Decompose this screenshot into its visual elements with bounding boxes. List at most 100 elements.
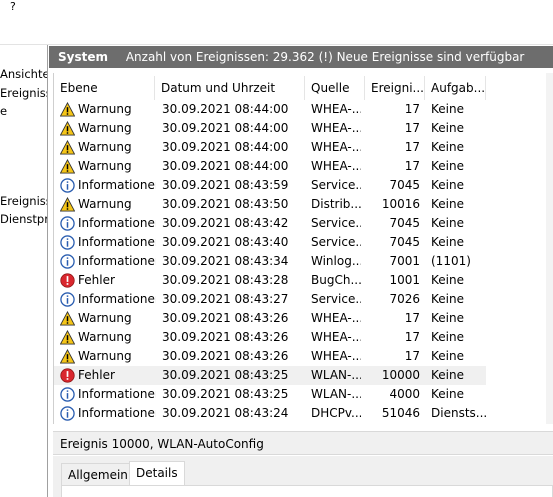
detail-tab-content xyxy=(61,485,553,497)
cell-source: WHEA-... xyxy=(311,159,361,173)
cell-task-category: Keine xyxy=(431,102,464,116)
table-row[interactable]: Warnung 30.09.2021 08:44:00 WHEA-... 17 Kein… xyxy=(54,119,486,138)
log-event-count: Anzahl von Ereignissen: 29.362 (!) Neue … xyxy=(125,50,525,64)
cell-source: Service... xyxy=(311,178,361,192)
cell-task-category: (1101) xyxy=(431,254,471,268)
cell-task-category: Keine xyxy=(431,292,464,306)
log-title: System xyxy=(58,50,108,64)
cell-task-category: Keine xyxy=(431,273,464,287)
table-row[interactable]: Warnung 30.09.2021 08:43:26 WHEA-... 17 Kein… xyxy=(54,347,486,366)
cell-date-time: 30.09.2021 08:43:28 xyxy=(162,273,289,287)
table-body: Warnung 30.09.2021 08:44:00 WHEA-... 17 Kein… xyxy=(54,100,553,423)
tab-details[interactable]: Details xyxy=(129,461,185,485)
cell-task-category: Diensts... xyxy=(431,406,488,420)
cell-source: WHEA-... xyxy=(311,311,361,325)
cell-date-time: 30.09.2021 08:44:00 xyxy=(162,121,289,135)
column-task-category[interactable]: Aufgab... xyxy=(425,76,486,100)
cell-task-category: Keine xyxy=(431,235,464,249)
table-row[interactable]: Warnung 30.09.2021 08:43:26 WHEA-... 17 Kein… xyxy=(54,328,486,347)
table-row[interactable]: Informationen 30.09.2021 08:43:40 Service.… xyxy=(54,233,486,252)
cell-task-category: Keine xyxy=(431,140,464,154)
cell-event-id: 7001 xyxy=(389,254,420,268)
cell-event-id: 7026 xyxy=(389,292,420,306)
table-row[interactable]: Fehler 30.09.2021 08:43:28 BugCh... 1001 Kei… xyxy=(54,271,486,290)
cell-source: WHEA-... xyxy=(311,121,361,135)
cell-source: Service... xyxy=(311,235,361,249)
tree-item-event-logs[interactable]: Ereignisse xyxy=(0,86,47,100)
cell-source: DHCPv... xyxy=(311,406,361,420)
table-row[interactable]: Warnung 30.09.2021 08:44:00 WHEA-... 17 Kein… xyxy=(54,157,486,176)
cell-source: WHEA-... xyxy=(311,102,361,116)
table-row[interactable]: Fehler 30.09.2021 08:43:25 WLAN-... 10000 Ke… xyxy=(54,366,486,385)
table-row[interactable]: Informationen 30.09.2021 08:43:27 Service.… xyxy=(54,290,486,309)
cell-task-category: Keine xyxy=(431,311,464,325)
event-table: Ebene Datum und Uhrzeit Quelle Ereigni..… xyxy=(53,73,553,424)
tree-item-service-logs[interactable]: Dienstpro xyxy=(0,212,47,226)
cell-source: Service... xyxy=(311,292,361,306)
cell-task-category: Keine xyxy=(431,197,464,211)
cell-date-time: 30.09.2021 08:43:26 xyxy=(162,349,289,363)
cell-level: Warnung xyxy=(78,102,132,116)
cell-event-id: 10000 xyxy=(381,368,420,382)
table-row[interactable]: Informationen 30.09.2021 08:43:25 WLAN-...… xyxy=(54,385,486,404)
tab-general[interactable]: Allgemein xyxy=(61,463,135,485)
column-event-id[interactable]: Ereigni... xyxy=(365,76,425,100)
table-row[interactable]: Warnung 30.09.2021 08:44:00 WHEA-... 17 Kein… xyxy=(54,100,486,119)
cell-level: Warnung xyxy=(78,197,132,211)
cell-level: Warnung xyxy=(78,311,132,325)
cell-source: WHEA-... xyxy=(311,140,361,154)
cell-level: Informationen xyxy=(78,178,156,192)
cell-level: Informationen xyxy=(78,406,156,420)
cell-date-time: 30.09.2021 08:43:50 xyxy=(162,197,289,211)
cell-level: Informationen xyxy=(78,292,156,306)
table-row[interactable]: Warnung 30.09.2021 08:44:00 WHEA-... 17 Kein… xyxy=(54,138,486,157)
column-source[interactable]: Quelle xyxy=(305,76,365,100)
toolbar xyxy=(0,18,553,45)
cell-event-id: 7045 xyxy=(389,178,420,192)
table-row[interactable]: Warnung 30.09.2021 08:43:50 Distrib... 1001… xyxy=(54,195,486,214)
menu-help[interactable]: ? xyxy=(10,0,16,13)
column-level[interactable]: Ebene xyxy=(54,76,155,100)
cell-event-id: 17 xyxy=(404,330,420,344)
cell-task-category: Keine xyxy=(431,216,464,230)
table-row[interactable]: Warnung 30.09.2021 08:43:26 WHEA-... 17 Kein… xyxy=(54,309,486,328)
cell-event-id: 4000 xyxy=(389,387,420,401)
cell-level: Warnung xyxy=(78,121,132,135)
cell-level: Informationen xyxy=(78,254,156,268)
table-row[interactable]: Informationen 30.09.2021 08:43:42 Service.… xyxy=(54,214,486,233)
cell-source: WHEA-... xyxy=(311,330,361,344)
cell-level: Warnung xyxy=(78,349,132,363)
cell-event-id: 1001 xyxy=(389,273,420,287)
navigation-tree: Ansichter Ereignisse e Ereignisse Dienst… xyxy=(0,45,48,497)
cell-task-category: Keine xyxy=(431,387,464,401)
table-header: Ebene Datum und Uhrzeit Quelle Ereigni..… xyxy=(54,76,553,100)
cell-event-id: 51046 xyxy=(381,406,420,420)
menu-bar: ? xyxy=(0,0,553,18)
table-row[interactable]: Informationen 30.09.2021 08:43:24 DHCPv...… xyxy=(54,404,487,423)
cell-event-id: 17 xyxy=(404,140,420,154)
cell-source: WLAN-... xyxy=(311,387,361,401)
log-header: System Anzahl von Ereignissen: 29.362 (!… xyxy=(49,46,553,68)
cell-date-time: 30.09.2021 08:44:00 xyxy=(162,140,289,154)
cell-date-time: 30.09.2021 08:43:25 xyxy=(162,387,289,401)
cell-date-time: 30.09.2021 08:43:24 xyxy=(162,406,289,420)
tree-item-views[interactable]: Ansichter xyxy=(0,67,47,81)
column-date-time[interactable]: Datum und Uhrzeit xyxy=(155,76,305,100)
cell-level: Fehler xyxy=(78,368,115,382)
cell-source: WHEA-... xyxy=(311,349,361,363)
tree-item-partial[interactable]: e xyxy=(0,104,7,118)
cell-date-time: 30.09.2021 08:43:26 xyxy=(162,311,289,325)
cell-event-id: 17 xyxy=(404,121,420,135)
cell-date-time: 30.09.2021 08:43:34 xyxy=(162,254,289,268)
cell-level: Warnung xyxy=(78,330,132,344)
cell-task-category: Keine xyxy=(431,121,464,135)
table-row[interactable]: Informationen 30.09.2021 08:43:59 Service.… xyxy=(54,176,486,195)
vertical-scrollbar[interactable] xyxy=(546,73,553,424)
cell-event-id: 17 xyxy=(404,349,420,363)
event-detail-title: Ereignis 10000, WLAN-AutoConfig xyxy=(53,431,553,455)
table-row[interactable]: Informationen 30.09.2021 08:43:34 Winlog..… xyxy=(54,252,486,271)
cell-date-time: 30.09.2021 08:44:00 xyxy=(162,102,289,116)
cell-date-time: 30.09.2021 08:43:40 xyxy=(162,235,289,249)
cell-date-time: 30.09.2021 08:43:59 xyxy=(162,178,289,192)
tree-item-subscriptions[interactable]: Ereignisse xyxy=(0,194,47,208)
